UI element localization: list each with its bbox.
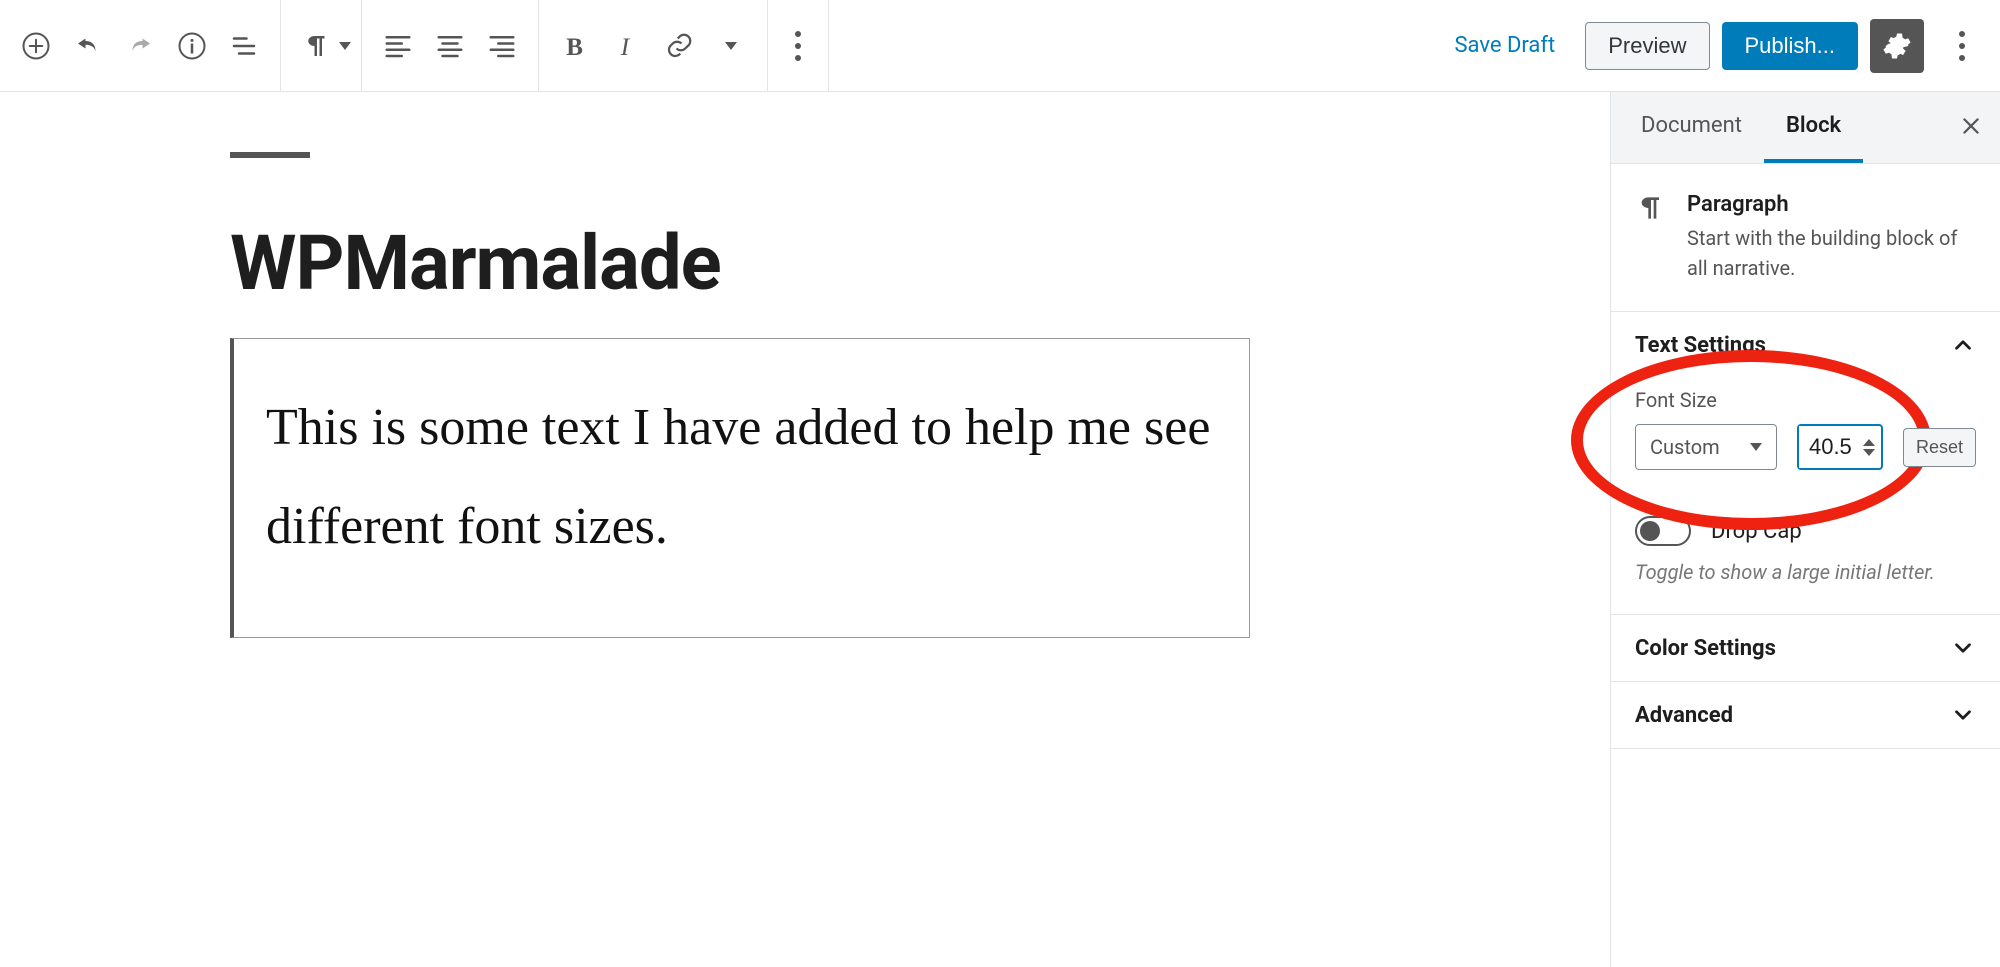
publish-button[interactable]: Publish... (1722, 22, 1859, 70)
panel-advanced: Advanced (1611, 682, 2000, 749)
toolbar-group-align (362, 0, 539, 91)
block-card-panel: Paragraph Start with the building block … (1611, 164, 2000, 312)
sidebar-tabs: Document Block (1611, 92, 2000, 164)
panel-title: Text Settings (1635, 333, 1766, 358)
panel-header-advanced[interactable]: Advanced (1611, 682, 2000, 748)
align-center-icon (435, 31, 465, 61)
outline-icon (229, 31, 259, 61)
dropcap-label: Drop Cap (1711, 519, 1802, 544)
bold-icon: B (560, 31, 590, 61)
dropcap-hint: Toggle to show a large initial letter. (1635, 560, 1976, 584)
undo-icon (73, 31, 103, 61)
redo-icon (125, 31, 155, 61)
content-structure-button[interactable] (166, 20, 218, 72)
block-type-name: Paragraph (1687, 192, 1976, 217)
align-left-icon (383, 31, 413, 61)
panel-title: Color Settings (1635, 636, 1776, 661)
dropcap-toggle[interactable] (1635, 516, 1691, 546)
block-type-desc: Start with the building block of all nar… (1687, 223, 1976, 283)
font-size-number-input[interactable] (1797, 424, 1883, 470)
editor-canvas: WPMarmalade This is some text I have add… (0, 92, 1610, 967)
bold-button[interactable]: B (549, 20, 601, 72)
settings-toggle-button[interactable] (1870, 19, 1924, 73)
tab-block[interactable]: Block (1764, 92, 1863, 163)
panel-header-text-settings[interactable]: Text Settings (1611, 312, 2000, 378)
step-up-button[interactable] (1863, 439, 1875, 446)
align-right-button[interactable] (476, 20, 528, 72)
toolbar-group-format: B I (539, 0, 768, 91)
change-block-type-button[interactable] (291, 20, 343, 72)
toolbar-group-more (768, 0, 829, 91)
link-button[interactable] (653, 20, 705, 72)
info-icon (177, 31, 207, 61)
editor-toolbar: B I Save Draft Preview Publish... (0, 0, 2000, 92)
block-navigation-button[interactable] (218, 20, 270, 72)
step-down-button[interactable] (1863, 449, 1875, 456)
paragraph-block-selected[interactable]: This is some text I have added to help m… (230, 338, 1250, 638)
panel-color-settings: Color Settings (1611, 615, 2000, 682)
svg-text:B: B (566, 33, 583, 60)
title-decor-line (230, 152, 310, 158)
settings-sidebar: Document Block Paragraph Start with the … (1610, 92, 2000, 967)
add-block-button[interactable] (10, 20, 62, 72)
toolbar-group-document (0, 0, 281, 91)
paragraph-icon (302, 31, 332, 61)
tab-document[interactable]: Document (1619, 92, 1764, 163)
chevron-down-icon (1750, 443, 1762, 451)
close-icon (1960, 115, 1982, 137)
caret-down-icon (339, 42, 351, 50)
svg-text:I: I (620, 33, 631, 60)
block-more-menu[interactable] (778, 31, 818, 61)
font-size-preset-select[interactable]: Custom (1635, 424, 1777, 470)
gear-icon (1882, 31, 1912, 61)
panel-header-color-settings[interactable]: Color Settings (1611, 615, 2000, 681)
undo-button[interactable] (62, 20, 114, 72)
more-richtext-button[interactable] (705, 20, 757, 72)
chevron-down-icon (1950, 702, 1976, 728)
align-center-button[interactable] (424, 20, 476, 72)
font-size-reset-button[interactable]: Reset (1903, 428, 1976, 467)
italic-icon: I (612, 31, 642, 61)
font-size-value[interactable] (1799, 426, 1863, 468)
panel-text-settings: Text Settings Font Size Custom Reset (1611, 312, 2000, 615)
link-icon (664, 31, 694, 61)
toolbar-left: B I (0, 0, 829, 91)
paragraph-icon (1635, 192, 1667, 224)
toolbar-group-blocktype (281, 0, 362, 91)
panel-title: Advanced (1635, 703, 1733, 728)
font-size-label: Font Size (1635, 388, 1976, 412)
preview-button[interactable]: Preview (1585, 22, 1709, 70)
redo-button[interactable] (114, 20, 166, 72)
italic-button[interactable]: I (601, 20, 653, 72)
close-sidebar-button[interactable] (1950, 115, 1992, 141)
toolbar-right: Save Draft Preview Publish... (1436, 19, 2000, 73)
plus-circle-icon (21, 31, 51, 61)
chevron-up-icon (1950, 332, 1976, 358)
editor-more-menu[interactable] (1942, 31, 1982, 61)
chevron-down-icon (725, 42, 737, 50)
chevron-down-icon (1950, 635, 1976, 661)
save-draft-link[interactable]: Save Draft (1436, 25, 1573, 66)
post-title[interactable]: WPMarmalade (230, 218, 1250, 308)
align-left-button[interactable] (372, 20, 424, 72)
select-value: Custom (1650, 435, 1720, 459)
align-right-icon (487, 31, 517, 61)
